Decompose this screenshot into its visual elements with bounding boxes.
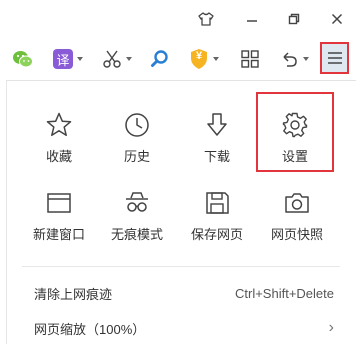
undo-icon xyxy=(283,52,297,67)
menu-item-label: 新建窗口 xyxy=(32,227,85,242)
menu-item-label: 清除上网痕迹 xyxy=(34,286,113,302)
incognito-icon xyxy=(123,186,151,220)
menu-icon xyxy=(327,52,342,64)
menu-item-label: 保存网页 xyxy=(190,227,243,242)
menu-item-clear-trace[interactable]: 清除上网痕迹 Ctrl+Shift+Delete xyxy=(34,283,334,303)
shortcut-label: Ctrl+Shift+Delete xyxy=(235,285,334,301)
menu-button[interactable] xyxy=(320,42,349,74)
search-icon[interactable] xyxy=(150,45,170,73)
new-window-icon xyxy=(45,186,73,220)
restore-icon[interactable] xyxy=(279,6,309,32)
security-shield-icon: ¥ xyxy=(189,48,209,70)
toolbar: 译 ¥ xyxy=(0,40,359,78)
close-icon[interactable] xyxy=(322,6,352,32)
minimize-icon[interactable] xyxy=(237,6,267,32)
menu-item-favorites[interactable]: 收藏 xyxy=(19,108,99,178)
download-arrow-icon xyxy=(203,108,231,142)
title-bar xyxy=(0,0,359,38)
chevron-down-icon xyxy=(126,57,132,61)
menu-item-incognito[interactable]: 无痕模式 xyxy=(97,186,177,256)
shield-glyph: ¥ xyxy=(195,50,203,62)
star-icon xyxy=(45,108,73,142)
scissors-icon xyxy=(103,50,121,68)
menu-item-history[interactable]: 历史 xyxy=(97,108,177,178)
menu-item-downloads[interactable]: 下载 xyxy=(177,108,257,178)
divider xyxy=(22,266,340,267)
translate-icon: 译 xyxy=(53,49,73,69)
clock-icon xyxy=(123,108,151,142)
chevron-down-icon xyxy=(213,57,219,61)
menu-item-label: 下载 xyxy=(203,149,230,164)
security-button[interactable]: ¥ xyxy=(189,45,219,73)
menu-item-label: 网页快照 xyxy=(270,227,323,242)
menu-item-label: 历史 xyxy=(123,149,150,164)
menu-item-label: 无痕模式 xyxy=(110,227,163,242)
menu-item-snapshot[interactable]: 网页快照 xyxy=(257,186,337,256)
translate-button[interactable]: 译 xyxy=(53,45,83,73)
menu-item-label: 网页缩放（100%） xyxy=(34,321,146,337)
save-disk-icon xyxy=(203,186,231,220)
wechat-icon[interactable] xyxy=(12,45,34,73)
menu-item-label: 收藏 xyxy=(45,149,72,164)
undo-button[interactable] xyxy=(279,45,309,73)
chevron-down-icon xyxy=(303,57,309,61)
menu-item-save-page[interactable]: 保存网页 xyxy=(177,186,257,256)
chevron-right-icon: › xyxy=(328,319,334,336)
screenshot-button[interactable] xyxy=(102,45,132,73)
shirt-icon[interactable] xyxy=(191,6,221,32)
chevron-down-icon xyxy=(77,57,83,61)
settings-highlight xyxy=(256,92,334,172)
camera-icon xyxy=(283,186,311,220)
apps-grid-icon[interactable] xyxy=(240,45,260,73)
menu-item-zoom[interactable]: 网页缩放（100%） › xyxy=(34,318,334,338)
menu-item-new-window[interactable]: 新建窗口 xyxy=(19,186,99,256)
